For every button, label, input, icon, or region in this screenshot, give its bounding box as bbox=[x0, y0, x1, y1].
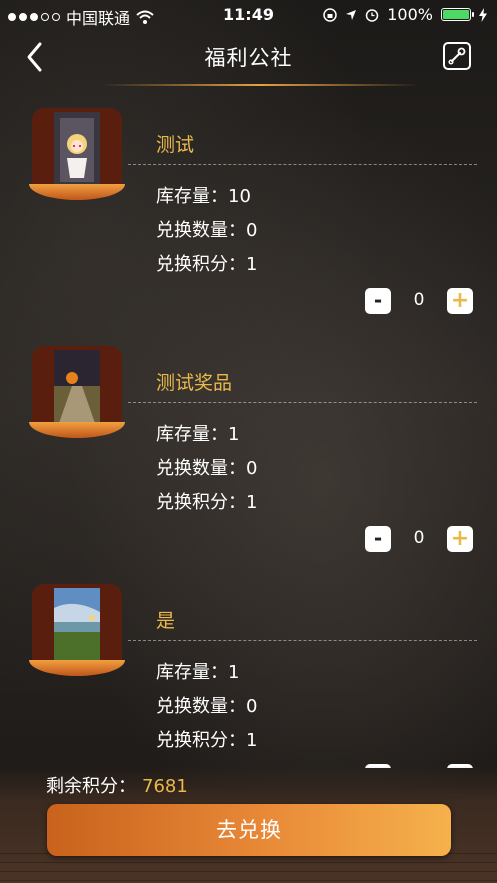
page-title: 福利公社 bbox=[204, 46, 293, 70]
points-label: 兑换积分： bbox=[156, 492, 246, 513]
list-item: 测试 库存量：10 兑换数量：0 兑换积分：1 - 0 + bbox=[0, 96, 497, 334]
exchanged-value: 0 bbox=[246, 696, 258, 717]
stock-label: 库存量： bbox=[156, 662, 228, 683]
list-item: 测试奖品 库存量：1 兑换数量：0 兑换积分：1 - 0 + bbox=[0, 334, 497, 572]
exchanged-value: 0 bbox=[246, 458, 258, 479]
quantity-value: 0 bbox=[413, 528, 425, 548]
sunset-road-image bbox=[54, 350, 100, 426]
stock-label: 库存量： bbox=[156, 424, 228, 445]
decrement-button[interactable]: - bbox=[365, 526, 391, 552]
dashed-divider bbox=[128, 640, 477, 641]
location-icon bbox=[346, 9, 357, 20]
points-label: 兑换积分： bbox=[156, 254, 246, 275]
quantity-stepper: - 0 + bbox=[365, 526, 473, 554]
exchanged-label: 兑换数量： bbox=[156, 696, 246, 717]
nav-divider bbox=[100, 84, 420, 86]
increment-button[interactable]: + bbox=[447, 288, 473, 314]
stock-value: 1 bbox=[228, 424, 240, 445]
battery-percent: 100% bbox=[387, 5, 433, 24]
status-right: 100% bbox=[323, 5, 487, 24]
lock-rotation-icon bbox=[323, 7, 337, 22]
reward-name: 测试奖品 bbox=[156, 372, 233, 394]
reward-name: 是 bbox=[156, 610, 176, 632]
stock-value: 1 bbox=[228, 662, 240, 683]
quantity-stepper: - 0 + bbox=[365, 288, 473, 316]
remaining-points: 剩余积分： 7681 bbox=[46, 772, 188, 798]
lake-landscape-image bbox=[54, 588, 100, 664]
exchanged-label: 兑换数量： bbox=[156, 220, 246, 241]
exchanged-value: 0 bbox=[246, 220, 258, 241]
anime-girl-image bbox=[54, 112, 100, 188]
dashed-divider bbox=[128, 164, 477, 165]
points-value: 1 bbox=[246, 492, 258, 513]
stock-value: 10 bbox=[228, 186, 251, 207]
battery-icon bbox=[441, 8, 474, 21]
points-row: 兑换积分：1 bbox=[156, 250, 257, 276]
points-value: 1 bbox=[246, 730, 258, 751]
reward-name: 测试 bbox=[156, 134, 195, 156]
dashed-divider bbox=[128, 402, 477, 403]
list-item: 是 库存量：1 兑换数量：0 兑换积分：1 - 0 + bbox=[0, 572, 497, 768]
points-value: 1 bbox=[246, 254, 258, 275]
nav-bar: 福利公社 bbox=[0, 30, 497, 84]
remaining-points-value: 7681 bbox=[142, 776, 188, 797]
stock-row: 库存量：10 bbox=[156, 182, 251, 208]
remaining-points-label: 剩余积分： bbox=[46, 776, 136, 797]
quantity-value: 0 bbox=[413, 290, 425, 310]
exchanged-row: 兑换数量：0 bbox=[156, 692, 257, 718]
reward-thumbnail[interactable] bbox=[29, 346, 125, 438]
wrench-icon bbox=[448, 47, 466, 65]
reward-thumbnail[interactable] bbox=[29, 108, 125, 200]
points-row: 兑换积分：1 bbox=[156, 726, 257, 752]
exchanged-row: 兑换数量：0 bbox=[156, 454, 257, 480]
stock-row: 库存量：1 bbox=[156, 420, 239, 446]
reward-list[interactable]: 测试 库存量：10 兑换数量：0 兑换积分：1 - 0 + 测试奖品 库存量：1… bbox=[0, 96, 497, 768]
status-bar: 中国联通 11:49 100% bbox=[0, 0, 497, 30]
footer: 剩余积分： 7681 去兑换 bbox=[0, 766, 497, 883]
increment-button[interactable]: + bbox=[447, 526, 473, 552]
stock-label: 库存量： bbox=[156, 186, 228, 207]
reward-thumbnail[interactable] bbox=[29, 584, 125, 676]
exchanged-row: 兑换数量：0 bbox=[156, 216, 257, 242]
exchange-button[interactable]: 去兑换 bbox=[47, 804, 451, 856]
points-label: 兑换积分： bbox=[156, 730, 246, 751]
points-row: 兑换积分：1 bbox=[156, 488, 257, 514]
charging-icon bbox=[479, 7, 487, 22]
floor-texture bbox=[0, 853, 497, 883]
settings-button[interactable] bbox=[443, 42, 471, 70]
stock-row: 库存量：1 bbox=[156, 658, 239, 684]
decrement-button[interactable]: - bbox=[365, 288, 391, 314]
exchanged-label: 兑换数量： bbox=[156, 458, 246, 479]
alarm-icon bbox=[366, 8, 379, 22]
